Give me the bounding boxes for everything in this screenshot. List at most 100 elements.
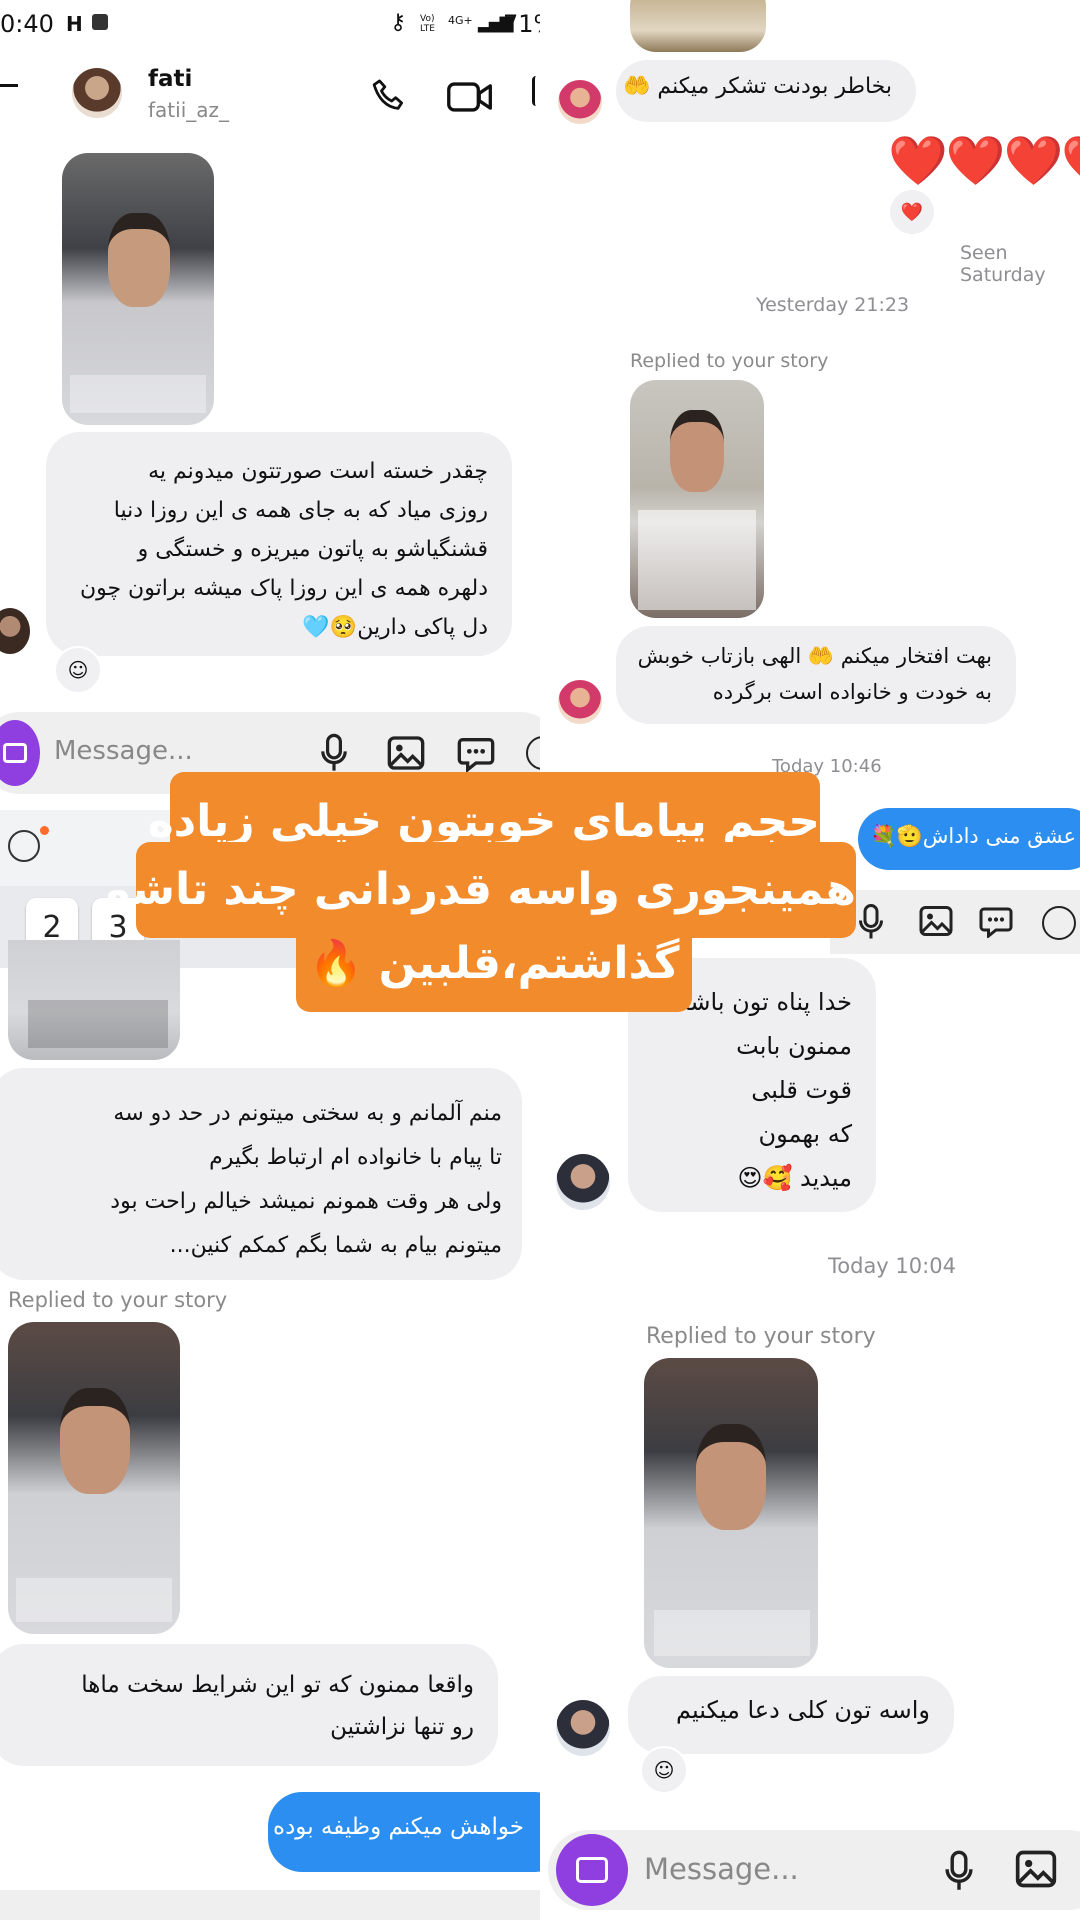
hearts-message: ❤️❤️❤️❤️ <box>888 133 1080 189</box>
contact-name[interactable]: fati <box>148 66 192 92</box>
message-bubble-germany: منم آلمانم و به سختی میتونم در حد دو سه … <box>0 1068 522 1280</box>
add-icon[interactable] <box>526 736 540 770</box>
status-time: 0:40 <box>0 10 54 38</box>
story-caption <box>638 510 756 610</box>
status-bar: 0:40 H ⚷ Vo) LTE 4G+ ▂▄▆ 71% <box>0 0 540 50</box>
message-line: ممنون بابت <box>736 1032 852 1060</box>
sender-avatar[interactable] <box>556 1154 610 1210</box>
back-arrow-icon[interactable] <box>0 84 18 87</box>
sticker-icon[interactable] <box>978 904 1014 938</box>
camera-button[interactable] <box>556 1834 628 1906</box>
camera-button[interactable] <box>0 720 40 786</box>
story-caption <box>70 375 206 413</box>
story-preview-firefighter-2[interactable] <box>8 1322 180 1634</box>
message-line: رو تنها نزاشتین <box>330 1714 474 1740</box>
message-bubble-thanks: بخاطر بودنت تشکر میکنم 🤲 <box>616 60 916 122</box>
message-line: بهت افتخار میکنم 🤲 الهی بازتاب خوبش <box>637 644 992 668</box>
contact-username: fatii_az_ <box>148 98 230 122</box>
sent-message-text: خواهش میکنم وظیفه بوده <box>273 1814 524 1840</box>
message-line: تا پیام با خانواده ام ارتباط بگیرم <box>209 1145 502 1170</box>
story-preview-firefighter-3[interactable] <box>644 1358 818 1668</box>
story-preview-firefighter-partial[interactable] <box>8 940 180 1060</box>
caption-text: حجم پیامای خوبتون خیلی زیاده <box>147 796 820 847</box>
sent-message-bubble: عشق منی داداش🫡💐 <box>858 808 1080 870</box>
timestamp-today-1004: Today 10:04 <box>828 1254 956 1278</box>
more-icon[interactable] <box>532 76 540 106</box>
message-line: منم آلمانم و به سختی میتونم در حد دو سه <box>113 1101 502 1126</box>
battery-percent: 71% <box>503 10 540 38</box>
message-line: چقدر خسته است صورتتون میدونم یه <box>148 459 488 484</box>
microphone-icon[interactable] <box>318 732 350 774</box>
gallery-icon[interactable] <box>918 904 954 938</box>
message-line: قوت قلبی <box>751 1076 852 1104</box>
replied-to-story-label: Replied to your story <box>630 350 829 372</box>
lte-indicator: Vo) LTE <box>420 14 435 34</box>
gallery-icon[interactable] <box>1014 1848 1058 1890</box>
story-face <box>696 1424 766 1530</box>
message-line: قشنگیاشو به پاتون میریزه و خستگی و <box>137 537 488 562</box>
message-text: بخاطر بودنت تشکر میکنم 🤲 <box>623 74 892 99</box>
message-line: میتونم بیام به شما بگم کمکم کنین... <box>169 1233 502 1258</box>
camera-icon <box>3 743 27 763</box>
check-box-icon <box>92 14 108 30</box>
message-line: دل پاکی دارین🥺🩵 <box>302 615 488 640</box>
camera-icon <box>576 1857 608 1883</box>
notification-dot <box>40 826 49 835</box>
story-preview-partial[interactable] <box>630 0 766 52</box>
sender-avatar[interactable] <box>558 680 602 724</box>
composer-icons-row <box>830 890 1080 954</box>
sender-avatar[interactable] <box>558 80 602 124</box>
message-bubble-proud: بهت افتخار میکنم 🤲 الهی بازتاب خوبش به خ… <box>616 626 1016 724</box>
emoji-keyboard-icon[interactable] <box>8 830 40 862</box>
message-bubble-prayer: واسه تون کلی دعا میکنیم <box>628 1676 954 1754</box>
message-input[interactable]: Message... <box>54 736 193 766</box>
sent-message-text: عشق منی داداش🫡💐 <box>870 824 1076 848</box>
sender-avatar[interactable] <box>0 608 30 654</box>
story-preview-firefighter[interactable] <box>62 153 214 425</box>
gallery-icon[interactable] <box>386 734 426 772</box>
microphone-icon[interactable] <box>942 1848 976 1894</box>
caption-text: گذاشتم،قلبین 🔥 <box>308 938 680 989</box>
message-line: ولی هر وقت همونم نمیشد خیالم راحت بود <box>110 1189 502 1214</box>
bottom-bar-partial <box>0 1890 540 1920</box>
message-bubble-long: چقدر خسته است صورتتون میدونم یه روزی میا… <box>46 432 512 656</box>
replied-to-story-label: Replied to your story <box>8 1288 228 1312</box>
message-line: واقعا ممنون که تو این شرایط سخت ماها <box>81 1672 474 1698</box>
add-reaction-icon[interactable]: ☺ <box>640 1746 688 1794</box>
microphone-icon[interactable] <box>856 902 886 942</box>
message-composer[interactable]: Message... <box>548 1830 1080 1910</box>
video-call-icon[interactable] <box>446 76 494 118</box>
add-reaction-icon[interactable]: ☺ <box>54 646 102 694</box>
message-line: که بهمون <box>758 1120 852 1148</box>
story-caption <box>654 1610 810 1656</box>
story-face <box>670 410 724 492</box>
message-line: دلهره همه ی این روزا پاک میشه براتون چون <box>79 576 488 601</box>
header-avatar[interactable] <box>72 68 122 118</box>
message-bubble-thanks: واقعا ممنون که تو این شرایط سخت ماها رو … <box>0 1644 498 1766</box>
4g-indicator: 4G+ <box>448 14 473 27</box>
heart-reaction[interactable]: ❤️ <box>888 188 936 236</box>
replied-to-story-label: Replied to your story <box>646 1324 876 1349</box>
message-line: روزی میاد که به جای همه ی این روزا دنیا <box>113 498 488 523</box>
story-face <box>60 1388 130 1494</box>
message-line: به خودت و خانواده است برگرده <box>712 680 992 704</box>
sent-message-bubble: خواهش میکنم وظیفه بوده <box>268 1792 540 1872</box>
story-caption <box>16 1578 172 1622</box>
phone-icon[interactable] <box>368 76 410 118</box>
caption-text: همینجوری واسه قدردانی چند تاشو <box>104 864 856 915</box>
sender-avatar[interactable] <box>556 1700 610 1756</box>
story-caption <box>28 1000 168 1048</box>
key-icon: ⚷ <box>390 10 407 35</box>
timestamp-yesterday: Yesterday 21:23 <box>756 294 910 316</box>
sticker-icon[interactable] <box>456 734 496 772</box>
message-text: واسه تون کلی دعا میکنیم <box>676 1696 930 1724</box>
story-face <box>108 213 170 307</box>
caption-overlay-line-3: گذاشتم،قلبین 🔥 <box>296 916 692 1012</box>
story-preview-man[interactable] <box>630 380 764 618</box>
message-line: میدید 🥰😍 <box>737 1164 852 1192</box>
seen-status: Seen Saturday <box>960 242 1046 286</box>
chat-header: fati fatii_az_ <box>0 56 540 136</box>
message-input[interactable]: Message... <box>644 1852 799 1886</box>
hd-icon: H <box>66 12 83 36</box>
add-icon[interactable] <box>1042 906 1076 940</box>
